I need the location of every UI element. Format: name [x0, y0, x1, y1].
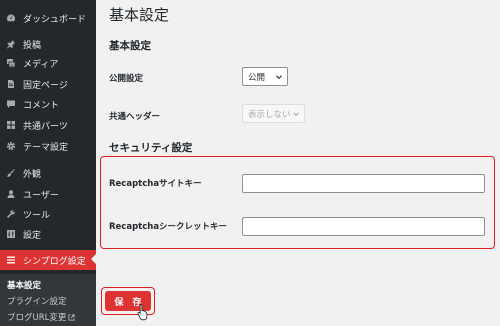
submenu-item-label: ブログURL変更 [7, 313, 67, 323]
sidebar-item-comments[interactable]: コメント [0, 94, 96, 114]
sidebar-item-label: コメント [23, 100, 60, 111]
sidebar-item-media[interactable]: メディア [0, 53, 96, 73]
dashboard-icon [6, 13, 16, 23]
page-title: 基本設定 [109, 6, 170, 24]
sidebar-item-theme-settings[interactable]: テーマ設定 [0, 136, 96, 156]
chevron-down-icon [276, 75, 282, 80]
security-section-title: セキュリティ設定 [109, 142, 193, 154]
sidebar-item-label: ユーザー [23, 190, 59, 201]
sidebar-item-label: 共通パーツ [23, 121, 68, 132]
public-setting-label: 公開設定 [109, 74, 144, 84]
submenu-item-blog-url-change[interactable]: ブログURL変更 [7, 311, 75, 323]
parts-icon [6, 120, 16, 130]
main-content: 基本設定 基本設定 公開設定 公開 共通ヘッダー 表示しない セキュリティ設定 … [96, 0, 500, 326]
sidebar-item-users[interactable]: ユーザー [0, 184, 96, 204]
submenu-item-basic-settings[interactable]: 基本設定 [7, 279, 41, 291]
sidebar-item-posts[interactable]: 投稿 [0, 34, 96, 54]
sidebar-item-settings[interactable]: 設定 [0, 224, 96, 244]
mouse-cursor-icon [137, 303, 148, 321]
admin-sidebar: ダッシュボード 投稿 メディア 固定ページ コメント 共通パーツ テーマ設定 外… [0, 0, 97, 326]
page-icon [6, 79, 16, 89]
recaptcha-site-key-input[interactable] [242, 174, 485, 193]
sidebar-item-pages[interactable]: 固定ページ [0, 74, 96, 94]
basic-section-title: 基本設定 [109, 40, 151, 52]
media-icon [6, 58, 16, 68]
chevron-down-icon [293, 112, 299, 117]
sidebar-submenu: 基本設定 プラグイン設定 ブログURL変更 [0, 274, 96, 326]
sidebar-item-common-parts[interactable]: 共通パーツ [0, 115, 96, 135]
recaptcha-site-key-label: Recaptchaサイトキー [109, 179, 202, 189]
sidebar-item-label: テーマ設定 [23, 142, 69, 153]
sidebar-item-tools[interactable]: ツール [0, 204, 96, 224]
sidebar-item-appearance[interactable]: 外観 [0, 163, 96, 183]
external-link-icon [68, 314, 75, 321]
public-setting-select[interactable]: 公開 [242, 67, 288, 86]
submenu-item-plugin-settings[interactable]: プラグイン設定 [7, 295, 67, 307]
pin-icon [6, 39, 16, 49]
gear-icon [6, 141, 16, 151]
recaptcha-secret-key-input[interactable] [242, 217, 485, 236]
sidebar-item-dashboard[interactable]: ダッシュボード [0, 8, 96, 28]
sidebar-item-label: メディア [23, 59, 59, 70]
sidebar-item-simplog-settings[interactable]: シンプログ設定 [0, 250, 96, 270]
common-header-label: 共通ヘッダー [109, 112, 161, 122]
recaptcha-secret-key-label: Recaptchaシークレットキー [109, 222, 228, 232]
wrench-icon [6, 209, 16, 219]
settings-icon [6, 229, 16, 239]
common-header-select: 表示しない [242, 104, 305, 123]
sidebar-item-label: 固定ページ [23, 80, 68, 91]
brush-icon [6, 168, 16, 178]
menu-icon [6, 255, 16, 265]
public-setting-value: 公開 [248, 72, 266, 83]
comment-icon [6, 99, 16, 109]
user-icon [6, 189, 16, 199]
sidebar-item-label: ツール [23, 210, 51, 221]
common-header-value: 表示しない [248, 109, 291, 120]
sidebar-item-label: 設定 [23, 230, 42, 241]
sidebar-item-label: ダッシュボード [23, 14, 87, 25]
sidebar-item-label: 投稿 [23, 40, 42, 51]
sidebar-item-label: 外観 [23, 169, 42, 180]
sidebar-item-label: シンプログ設定 [23, 256, 86, 267]
